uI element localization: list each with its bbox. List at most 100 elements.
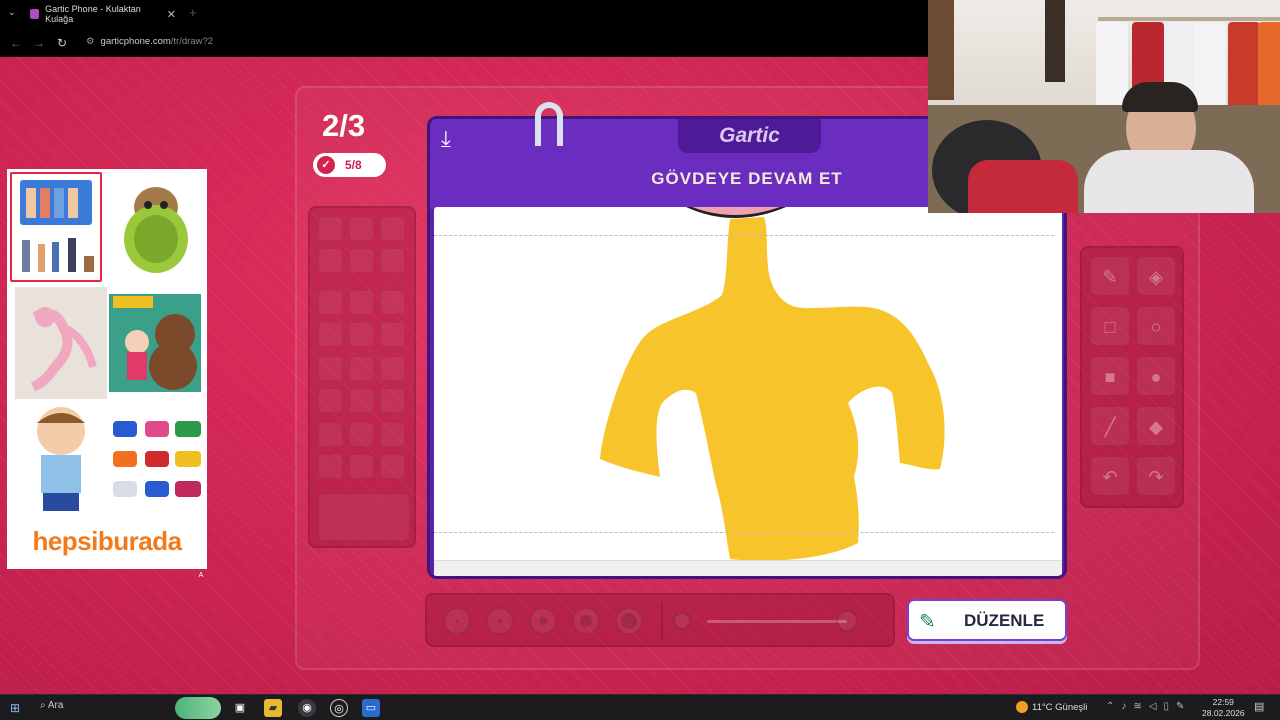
drawing-canvas[interactable] (434, 207, 1062, 572)
opacity-slider-knob[interactable] (836, 610, 858, 632)
controls-divider (661, 601, 663, 641)
new-tab-button[interactable]: + (189, 5, 197, 20)
color-swatch[interactable] (349, 422, 374, 447)
ad-product-pink-panther[interactable] (15, 287, 107, 399)
line-icon[interactable]: ╱ (1090, 406, 1130, 446)
eraser-icon[interactable]: ◈ (1136, 256, 1176, 296)
color-swatch[interactable] (318, 216, 343, 241)
color-swatch[interactable] (349, 356, 374, 381)
canvas-bottom-strip (434, 560, 1062, 576)
ad-brand-logo[interactable]: hepsiburada (7, 526, 207, 557)
edit-button[interactable]: ✎ DÜZENLE (907, 599, 1067, 641)
ellipse-outline-icon[interactable]: ○ (1136, 306, 1176, 346)
color-swatch[interactable] (318, 356, 343, 381)
app-window-icon[interactable]: ▭ (362, 699, 380, 717)
weather-widget[interactable]: 11°C Güneşli (1016, 701, 1087, 713)
taskbar-search[interactable]: ⌕ Ara (40, 700, 63, 711)
download-icon[interactable]: ⤓ (441, 126, 451, 152)
clock[interactable]: 22:59 28.02.2026 (1202, 697, 1245, 719)
color-swatch[interactable] (349, 322, 374, 347)
tab-title: Gartic Phone - Kulaktan Kulağa (45, 4, 141, 24)
forward-icon[interactable]: → (33, 36, 45, 50)
color-swatch[interactable] (380, 290, 405, 315)
site-info-icon[interactable]: ⚙ (86, 36, 95, 47)
drawing-strokes (600, 207, 945, 561)
advertisement-panel[interactable]: hepsiburada (7, 169, 207, 569)
color-swatch[interactable] (318, 290, 343, 315)
color-swatch[interactable] (380, 248, 405, 273)
volume-icon[interactable]: ◁ (1149, 701, 1157, 712)
rectangle-outline-icon[interactable]: □ (1090, 306, 1130, 346)
browser-tab[interactable]: Gartic Phone - Kulaktan Kulağa ✕ (22, 4, 180, 24)
gartic-logo: Gartic (678, 119, 821, 153)
pencil-icon[interactable]: ✎ (1090, 256, 1130, 296)
battery-icon[interactable]: ▯ (1163, 701, 1169, 712)
brush-size-4[interactable] (572, 607, 600, 635)
color-swatch[interactable] (380, 388, 405, 413)
obs-icon[interactable]: ◎ (330, 699, 348, 717)
color-swatch[interactable] (349, 388, 374, 413)
task-view-icon[interactable]: ▣ (231, 699, 249, 717)
microphone-icon[interactable]: ♪ (1121, 701, 1126, 712)
tab-list-chevron-icon[interactable]: ⌄ (8, 7, 16, 18)
players-done-badge: ✓ 5/8 (313, 153, 386, 177)
color-swatch[interactable] (318, 388, 343, 413)
brush-size-3[interactable] (529, 607, 557, 635)
back-icon[interactable]: ← (10, 36, 22, 50)
color-swatch[interactable] (349, 454, 374, 479)
ad-choices-badge[interactable]: A (196, 571, 206, 581)
brush-size-1[interactable] (443, 607, 471, 635)
color-swatch[interactable] (349, 216, 374, 241)
opacity-slider-track[interactable] (707, 620, 847, 623)
round-counter: 2/3 (322, 108, 366, 143)
tool-panel: ✎ ◈ □ ○ ■ ● ╱ ◆ ↶ ↷ (1080, 246, 1184, 508)
custom-color-button[interactable] (318, 493, 410, 541)
file-explorer-icon[interactable]: ▰ (264, 699, 282, 717)
color-swatch[interactable] (380, 356, 405, 381)
brush-size-2[interactable] (486, 607, 514, 635)
undo-icon[interactable]: ↶ (1090, 456, 1130, 496)
color-swatch[interactable] (380, 422, 405, 447)
color-swatch[interactable] (380, 322, 405, 347)
ad-product-masha-bear[interactable] (109, 294, 201, 392)
color-swatch[interactable] (349, 290, 374, 315)
widgets-icon[interactable] (175, 697, 221, 719)
ad-product-vehicles[interactable] (109, 413, 201, 505)
webcam-overlay (928, 0, 1280, 213)
ad-product-doll[interactable] (15, 403, 107, 515)
network-icon[interactable]: ≋ (1133, 701, 1141, 712)
color-swatch[interactable] (318, 454, 343, 479)
rectangle-fill-icon[interactable]: ■ (1090, 356, 1130, 396)
color-swatch[interactable] (318, 422, 343, 447)
fill-bucket-icon[interactable]: ◆ (1136, 406, 1176, 446)
redo-icon[interactable]: ↷ (1136, 456, 1176, 496)
notification-icon[interactable]: ▤ (1254, 700, 1264, 713)
url-path: /tr/draw?2 (170, 36, 214, 47)
weather-text: 11°C Güneşli (1032, 701, 1088, 713)
url-field[interactable]: ⚙ garticphone.com/tr/draw?2 (86, 36, 213, 47)
check-icon: ✓ (317, 156, 335, 174)
ad-product-turtle[interactable] (110, 177, 202, 277)
taskbar-search-label: Ara (47, 700, 64, 711)
color-palette (308, 206, 416, 548)
color-swatch[interactable] (380, 216, 405, 241)
brush-controls (425, 593, 895, 647)
color-swatch[interactable] (318, 322, 343, 347)
ellipse-fill-icon[interactable]: ● (1136, 356, 1176, 396)
pen-icon[interactable]: ✎ (1176, 701, 1184, 712)
windows-start-icon[interactable]: ⊞ (10, 701, 20, 715)
system-tray[interactable]: ⌃ ♪ ≋ ◁ ▯ ✎ (1106, 701, 1184, 712)
guide-line-bottom (434, 532, 1054, 533)
color-swatch[interactable] (349, 248, 374, 273)
clock-time: 22:59 (1212, 697, 1234, 707)
chrome-icon[interactable]: ◉ (298, 699, 316, 717)
reload-icon[interactable]: ↻ (57, 36, 67, 50)
url-host: garticphone.com (100, 36, 171, 47)
tray-chevron-icon[interactable]: ⌃ (1106, 701, 1114, 712)
brush-size-5[interactable] (615, 607, 643, 635)
ad-product-figures[interactable] (10, 172, 102, 282)
color-swatch[interactable] (380, 454, 405, 479)
color-swatch[interactable] (318, 248, 343, 273)
tab-close-icon[interactable]: ✕ (167, 8, 176, 21)
sun-icon (1016, 701, 1028, 713)
